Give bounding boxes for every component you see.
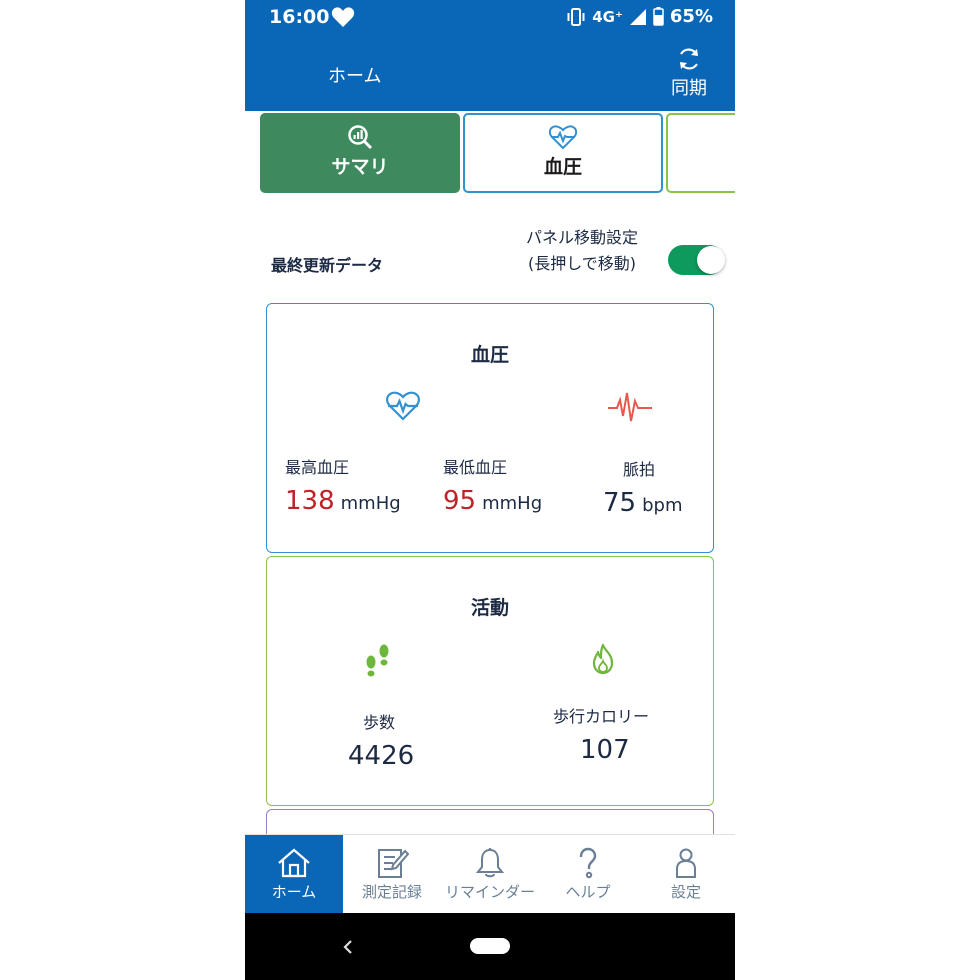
blood-pressure-card-title: 血圧 xyxy=(470,344,509,366)
diastolic-number: 95 xyxy=(443,486,477,516)
tab-summary[interactable]: サマリ xyxy=(260,113,460,193)
nav-help-label: ヘルプ xyxy=(565,883,611,901)
question-icon xyxy=(579,847,597,879)
walking-calories-value: 107 xyxy=(580,735,630,765)
tab-summary-label: サマリ xyxy=(331,156,389,178)
page-title: ホーム xyxy=(328,66,382,87)
back-icon[interactable] xyxy=(341,938,355,956)
diastolic-label: 最低血圧 xyxy=(443,458,508,477)
tab-blood-pressure-label: 血圧 xyxy=(543,156,582,178)
panel-move-toggle[interactable] xyxy=(668,245,725,275)
home-icon xyxy=(278,848,310,878)
heart-pulse-icon xyxy=(548,125,578,150)
bottom-navigation: ホーム 測定記録 リマインダー ヘルプ 設定 xyxy=(245,834,735,914)
pulse-label: 脈拍 xyxy=(623,460,656,479)
network-type: 4G⁺ xyxy=(592,7,623,26)
panel-move-setting-label: パネル移動設定 (長押しで移動) xyxy=(507,225,657,277)
heart-pulse-icon xyxy=(386,391,420,421)
nav-home-label: ホーム xyxy=(271,883,317,901)
toggle-knob xyxy=(697,246,725,274)
sync-label: 同期 xyxy=(671,78,707,99)
system-navigation-bar xyxy=(245,913,735,980)
panel-move-line2: (長押しで移動) xyxy=(527,254,636,273)
nav-home[interactable]: ホーム xyxy=(245,835,343,914)
systolic-unit: mmHg xyxy=(340,493,401,514)
person-icon xyxy=(676,848,696,878)
pulse-number: 75 xyxy=(603,488,637,518)
app-bar: ホーム 同期 xyxy=(245,34,735,111)
status-bar: 16:00 4G⁺ 65% xyxy=(245,0,735,34)
last-update-label: 最終更新データ xyxy=(271,256,384,275)
notebook-pen-icon xyxy=(378,849,409,878)
nav-reminder-label: リマインダー xyxy=(444,883,535,901)
pulse-wave-icon xyxy=(608,392,652,422)
tab-activity[interactable] xyxy=(666,113,735,193)
nav-settings-label: 設定 xyxy=(670,883,701,901)
battery-icon xyxy=(653,7,664,26)
home-pill-button[interactable] xyxy=(470,938,510,954)
diastolic-value: 95 mmHg xyxy=(443,486,542,516)
systolic-number: 138 xyxy=(285,486,335,516)
nav-settings[interactable]: 設定 xyxy=(637,835,735,914)
sync-button[interactable]: 同期 xyxy=(669,46,709,102)
diastolic-unit: mmHg xyxy=(482,493,543,514)
pulse-value: 75 bpm xyxy=(603,488,682,518)
bell-icon xyxy=(475,848,505,878)
heart-icon xyxy=(331,7,355,27)
steps-label: 歩数 xyxy=(363,713,396,732)
status-indicators: 4G⁺ 65% xyxy=(566,6,713,27)
chart-search-icon xyxy=(348,125,373,150)
systolic-value: 138 mmHg xyxy=(285,486,401,516)
sync-icon xyxy=(679,48,699,70)
blood-pressure-card[interactable]: 血圧 最高血圧 138 mmHg 最低血圧 95 mmHg 脈拍 75 bpm xyxy=(266,303,714,553)
vibrate-icon xyxy=(567,7,585,26)
signal-icon xyxy=(629,8,646,25)
systolic-label: 最高血圧 xyxy=(285,458,350,477)
status-time: 16:00 xyxy=(269,6,330,28)
flame-icon xyxy=(592,643,614,675)
pulse-unit: bpm xyxy=(642,495,683,516)
nav-records[interactable]: 測定記録 xyxy=(343,835,441,914)
nav-help[interactable]: ヘルプ xyxy=(539,835,637,914)
nav-records-label: 測定記録 xyxy=(361,883,422,901)
activity-card[interactable]: 活動 歩数 4426 歩行カロリー 107 xyxy=(266,556,714,806)
app-screen: 16:00 4G⁺ 65% ホーム 同期 サマリ 血圧 最終更新データ パネル移… xyxy=(245,0,735,980)
tab-blood-pressure[interactable]: 血圧 xyxy=(463,113,663,193)
panel-move-line1: パネル移動設定 xyxy=(525,228,638,247)
battery-percent: 65% xyxy=(669,6,713,27)
activity-card-title: 活動 xyxy=(470,597,509,619)
steps-value: 4426 xyxy=(348,741,415,771)
nav-reminder[interactable]: リマインダー xyxy=(441,835,539,914)
walking-calories-label: 歩行カロリー xyxy=(553,707,650,726)
footsteps-icon xyxy=(366,644,389,677)
